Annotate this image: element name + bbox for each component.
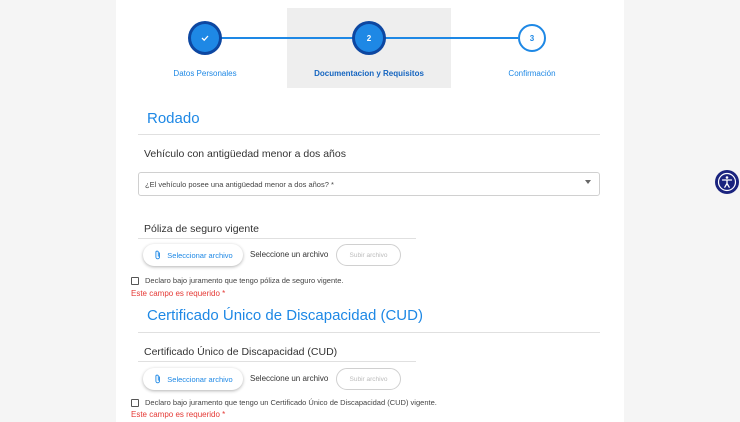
cud-select-file-button[interactable]: Seleccionar archivo [143,368,243,390]
cud-declaration-text: Declaro bajo juramento que tengo un Cert… [145,398,437,407]
cud-upload-button[interactable]: Subir archivo [336,368,401,390]
policy-file-status: Seleccione un archivo [250,250,329,259]
cud-select-file-label: Seleccionar archivo [167,374,233,384]
step-3-number: 3 [529,33,535,43]
policy-error: Este campo es requerido * [131,289,226,298]
step-2-label[interactable]: Documentacion y Requisitos [314,69,424,78]
paperclip-icon [155,374,161,384]
policy-declaration-checkbox[interactable] [131,276,139,285]
policy-select-file-label: Seleccionar archivo [167,250,233,260]
cud-declaration-row[interactable]: Declaro bajo juramento que tengo un Cert… [131,398,437,407]
accessibility-icon [717,172,737,192]
policy-divider [138,238,416,239]
rodado-title: Rodado [147,110,200,127]
policy-declaration-text: Declaro bajo juramento que tengo póliza … [145,276,344,285]
vehicle-age-select[interactable]: ¿El vehículo posee una antigüedad menor … [138,172,600,196]
paperclip-icon [155,250,161,260]
policy-select-file-button[interactable]: Seleccionar archivo [143,244,243,266]
step-2-circle[interactable]: 2 [355,24,383,52]
policy-heading: Póliza de seguro vigente [144,223,259,235]
step-connector-1 [219,37,355,39]
dropdown-caret-icon [585,180,591,184]
cud-declaration-checkbox[interactable] [131,398,139,407]
vehicle-heading: Vehículo con antigüedad menor a dos años [144,148,346,160]
policy-upload-button[interactable]: Subir archivo [336,244,401,266]
step-connector-2 [383,37,518,39]
cud-file-status: Seleccione un archivo [250,374,329,383]
cud-error: Este campo es requerido * [131,410,226,419]
step-3-label[interactable]: Confirmación [508,69,555,78]
cud-divider [138,332,600,333]
cud-subdivider [138,361,416,362]
policy-declaration-row[interactable]: Declaro bajo juramento que tengo póliza … [131,276,343,285]
step-2-number: 2 [366,33,372,43]
cud-heading: Certificado Único de Discapacidad (CUD) [144,346,338,358]
cud-title: Certificado Único de Discapacidad (CUD) [147,307,423,324]
accessibility-button[interactable] [715,170,739,194]
step-3-circle[interactable]: 3 [518,24,546,52]
rodado-divider [138,134,600,135]
check-icon [201,35,209,42]
vehicle-age-select-label: ¿El vehículo posee una antigüedad menor … [145,179,334,189]
step-1-label[interactable]: Datos Personales [173,69,236,78]
step-1-circle[interactable] [191,24,219,52]
